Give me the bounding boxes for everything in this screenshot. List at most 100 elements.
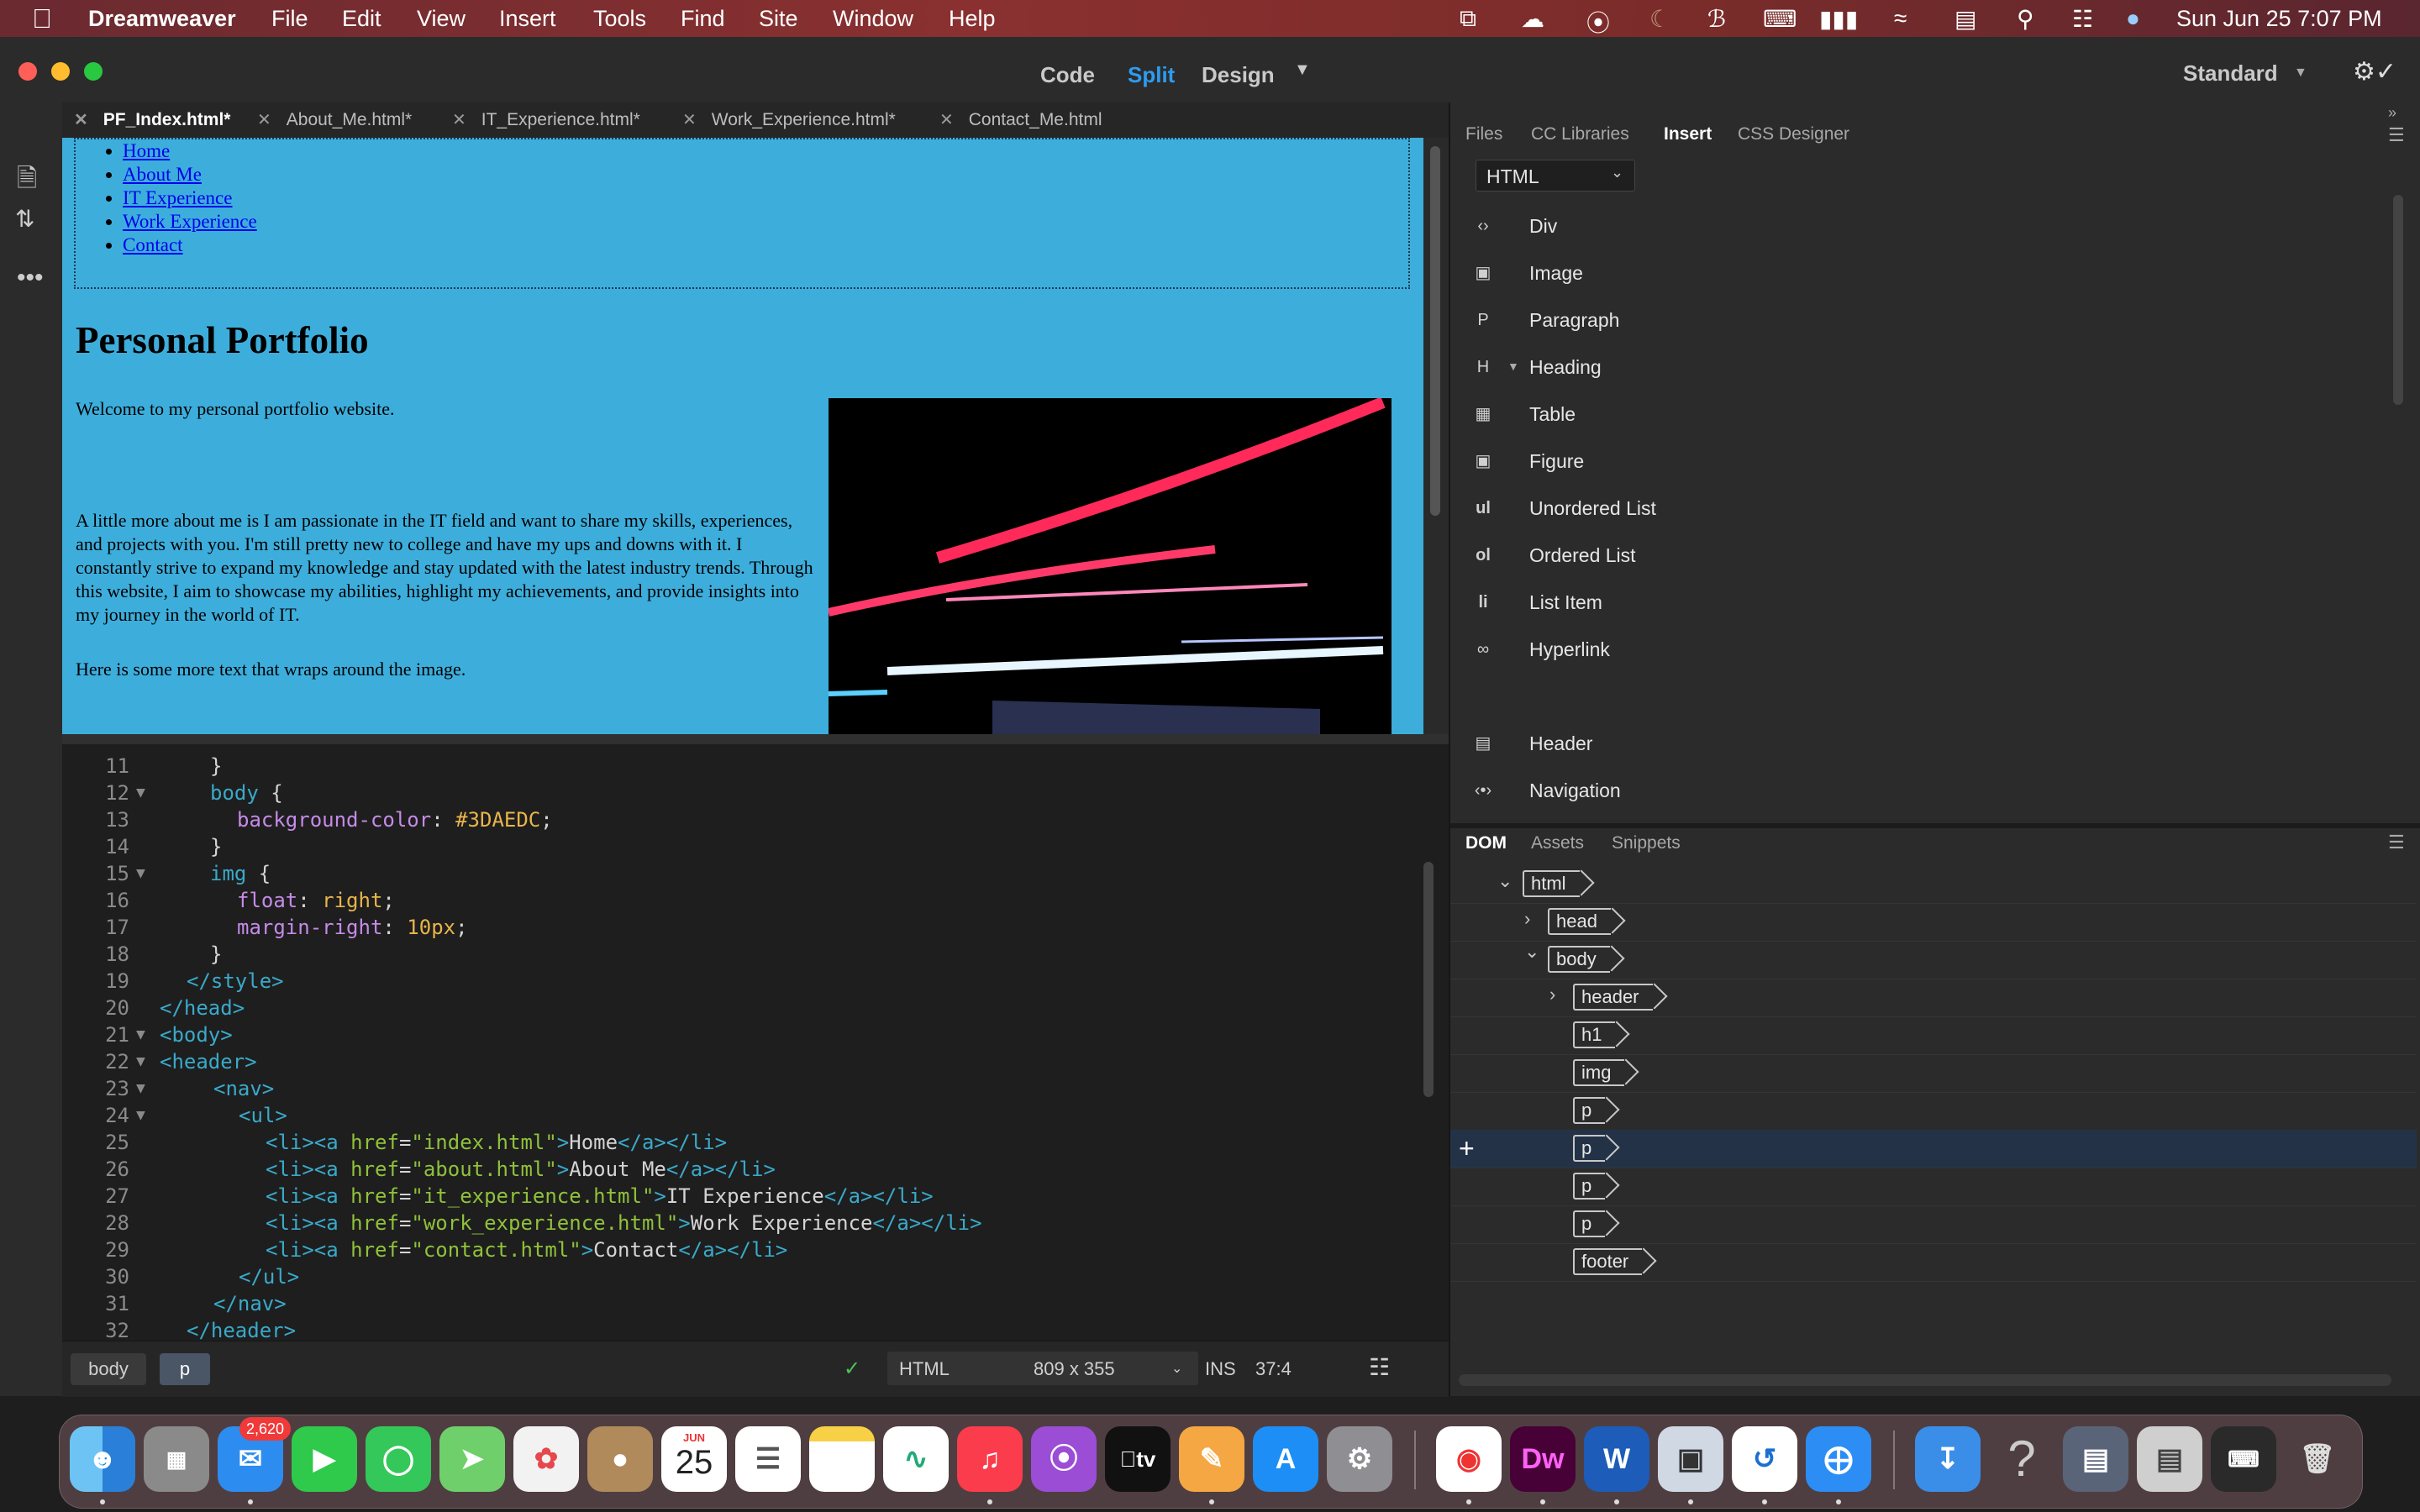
live-view[interactable]: Home About Me IT Experience Work Experie… [62,138,1423,734]
chevron-right-icon[interactable]: › [1524,908,1530,930]
apple-icon[interactable]:  [32,3,52,34]
dom-row-h1[interactable]: h1 [1450,1016,2417,1055]
scrollbar-thumb[interactable] [1430,146,1440,516]
menu-edit[interactable]: Edit [342,6,381,32]
menu-window[interactable]: Window [833,6,913,32]
zoom-window-button[interactable] [84,62,103,81]
dom-row-body[interactable]: ⌄ body [1450,941,2417,979]
fold-toggle-icon[interactable]: ▼ [136,780,145,806]
nav-link-it-experience[interactable]: IT Experience [123,187,232,208]
help-icon[interactable]: ? [1989,1426,2054,1492]
expand-arrow-icon[interactable]: ▼ [1507,360,1519,373]
tab-work-experience[interactable]: ✕ Work_Experience.html* [682,102,896,138]
pages-icon[interactable]: ✎ [1179,1426,1244,1492]
live-preview-icon[interactable]: ☷ [1369,1353,1390,1381]
panel-tab-snippets[interactable]: Snippets [1612,833,1681,853]
dreamweaver-icon[interactable]: Dw [1510,1426,1576,1492]
dom-horizontal-scrollbar[interactable] [1459,1374,2391,1386]
close-tab-icon[interactable]: ✕ [682,111,697,129]
chevron-down-icon[interactable]: ⌄ [1524,941,1539,963]
dom-row-p-selected[interactable]: + p [1450,1130,2417,1168]
safari-icon[interactable]: ⨁ [1806,1426,1871,1492]
podcasts-icon[interactable]: ⦿ [1031,1426,1097,1492]
documents-stack-icon[interactable]: ▤ [2137,1426,2202,1492]
insert-navigation[interactable]: ‹•› Navigation [1470,776,2143,810]
battery-icon[interactable]: ▮▮▮ [1819,5,1858,33]
dom-row-header[interactable]: › header [1450,979,2417,1017]
minimize-window-button[interactable] [51,62,70,81]
launchpad-icon[interactable]: ▦ [144,1426,209,1492]
messages-icon[interactable]: ◯ [366,1426,431,1492]
no-errors-icon[interactable]: ✓ [844,1357,860,1381]
wrap-paragraph[interactable]: Here is some more text that wraps around… [76,659,807,680]
calendar-icon[interactable]: JUN 25 [661,1426,727,1492]
panel-divider[interactable] [1450,823,2420,828]
panel-menu-icon[interactable]: ☰ [2388,124,2405,146]
code-view-button[interactable]: Code [1040,62,1095,88]
menu-site[interactable]: Site [759,6,798,32]
freeform-icon[interactable]: ∿ [883,1426,949,1492]
app-menu[interactable]: Dreamweaver [88,6,236,32]
panel-tab-files[interactable]: Files [1465,124,1502,144]
dom-row-head[interactable]: › head [1450,903,2417,942]
add-element-icon[interactable]: + [1459,1133,1475,1164]
insert-scrollbar-thumb[interactable] [2393,195,2403,405]
preview-icon[interactable]: ▣ [1658,1426,1723,1492]
app-store-icon[interactable]: A [1253,1426,1318,1492]
chevron-down-icon[interactable]: ⌄ [1497,870,1512,892]
keyboard-input-icon[interactable]: ⌨ [1763,5,1797,33]
do-not-disturb-icon[interactable]: ☾ [1649,5,1670,33]
split-divider[interactable] [62,734,1449,744]
menu-help[interactable]: Help [949,6,996,32]
panel-tab-insert[interactable]: Insert [1664,124,1712,144]
contacts-icon[interactable]: ● [587,1426,653,1492]
spotlight-search-icon[interactable]: ⚲ [2017,5,2034,33]
breadcrumb-p[interactable]: p [160,1353,210,1385]
light-trail-image[interactable] [829,398,1392,734]
transfer-icon[interactable]: ⇅ [15,205,34,233]
nav-link-contact[interactable]: Contact [123,234,183,255]
photos-icon[interactable]: ✿ [513,1426,579,1492]
menu-file[interactable]: File [271,6,308,32]
menu-tools[interactable]: Tools [593,6,646,32]
breadcrumb-body[interactable]: body [71,1353,146,1385]
insert-paragraph[interactable]: P Paragraph [1470,306,2143,339]
dom-row-p[interactable]: p [1450,1092,2417,1131]
gear-icon[interactable]: ⚙✓ [2353,57,2396,87]
fold-toggle-icon[interactable]: ▼ [136,860,145,887]
music-icon[interactable]: ♫ [957,1426,1023,1492]
airdrop-icon[interactable]: ⦿ [1586,5,1610,39]
finder-icon[interactable]: ☻ [70,1426,135,1492]
fold-toggle-icon[interactable]: ▼ [136,1048,145,1075]
insert-category-select[interactable]: HTML ⌄ [1476,160,1635,192]
notes-icon[interactable] [809,1426,875,1492]
trash-icon[interactable]: 🗑 [2285,1426,2350,1492]
chrome-icon[interactable]: ◉ [1436,1426,1502,1492]
tab-about-me[interactable]: ✕ About_Me.html* [257,102,412,138]
menu-view[interactable]: View [417,6,466,32]
dom-row-p[interactable]: p [1450,1168,2417,1206]
code-scrollbar-thumb[interactable] [1423,862,1434,1097]
insert-header[interactable]: ▤ Header [1470,729,2143,763]
menu-find[interactable]: Find [681,6,725,32]
dom-panel-menu-icon[interactable]: ☰ [2388,832,2405,853]
about-paragraph[interactable]: A little more about me is I am passionat… [76,509,815,627]
tab-it-experience[interactable]: ✕ IT_Experience.html* [452,102,640,138]
reminders-icon[interactable]: ☰ [735,1426,801,1492]
split-view-button[interactable]: Split [1128,62,1175,88]
insert-table[interactable]: ▦ Table [1470,400,2143,433]
insert-div[interactable]: ‹› Div [1470,212,2143,245]
view-dropdown-icon[interactable]: ▼ [1294,60,1311,80]
intro-paragraph[interactable]: Welcome to my personal portfolio website… [76,398,807,420]
dom-row-html[interactable]: ⌄ html [1450,865,2417,904]
close-tab-icon[interactable]: ✕ [257,111,271,129]
close-window-button[interactable] [18,62,37,81]
code-editor[interactable]: 11} 12 ▼ body { 13 background-color: #3DAED… [62,744,1449,1342]
tab-pf-index[interactable]: ✕ PF_Index.html* [74,102,230,138]
fold-toggle-icon[interactable]: ▼ [136,1075,145,1102]
insert-figure[interactable]: ▣ Figure [1470,447,2143,480]
insert-heading[interactable]: H ▼ Heading [1470,353,2143,386]
word-icon[interactable]: W [1584,1426,1649,1492]
panel-tab-assets[interactable]: Assets [1531,833,1584,853]
page-heading[interactable]: Personal Portfolio [76,318,369,362]
